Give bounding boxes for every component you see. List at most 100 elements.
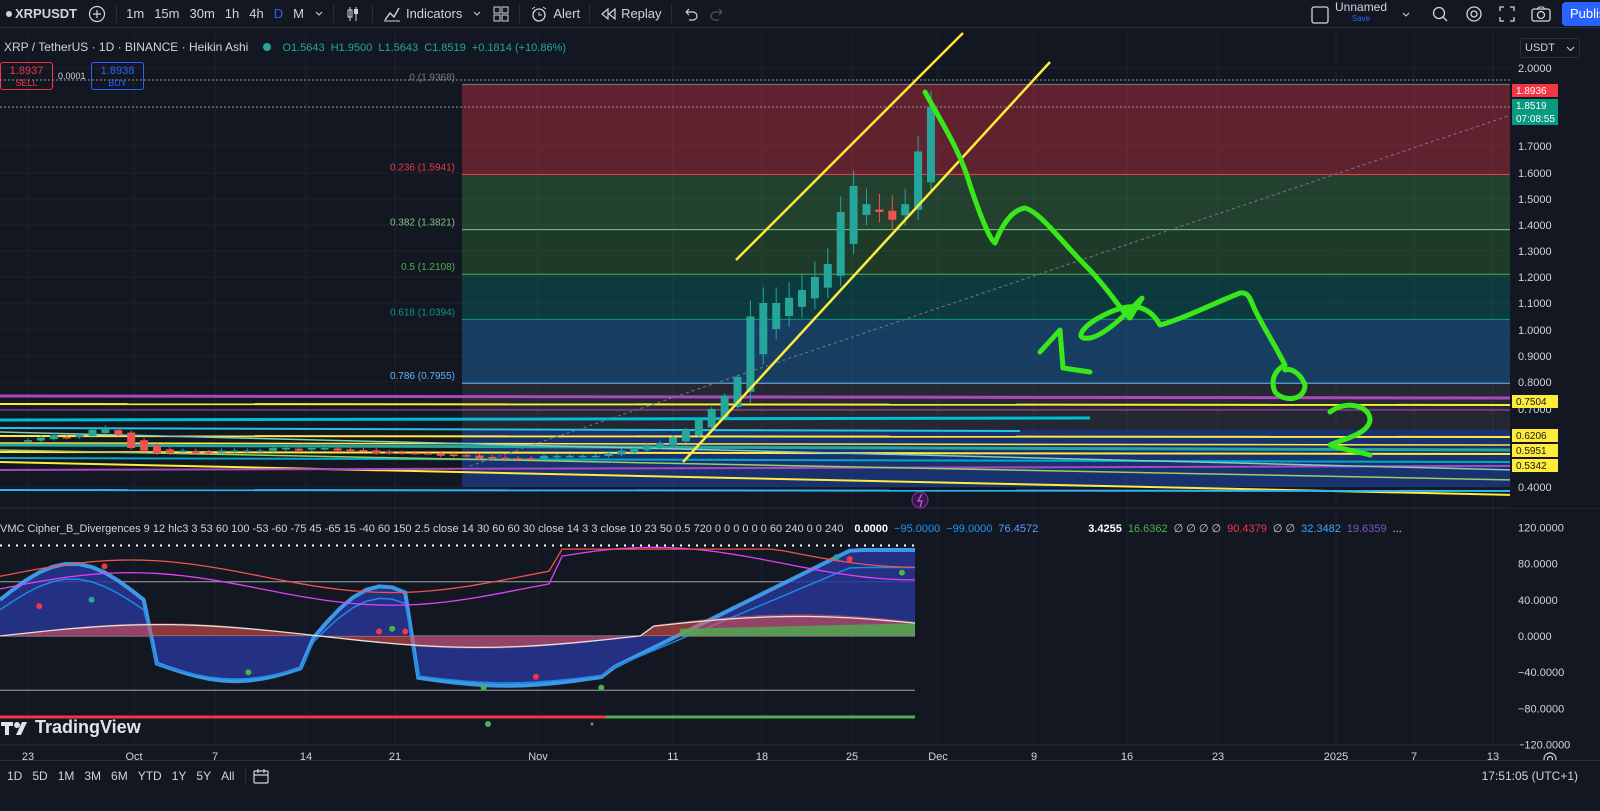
replay-button[interactable]: Replay (594, 0, 666, 28)
range-button-1y[interactable]: 1Y (167, 769, 192, 783)
indicator-value: 76.4572 (998, 523, 1039, 535)
indicator-value: ... (1392, 523, 1402, 535)
currency-select[interactable]: USDT (1520, 38, 1580, 58)
time-axis-tick: 25 (846, 751, 858, 760)
sell-price: 1.8937 (9, 65, 44, 77)
interval-1h[interactable]: 1h (220, 0, 244, 28)
indicator-value: −95.0000 (894, 523, 941, 535)
indicators-dropdown-icon[interactable] (467, 0, 487, 28)
interval-1m[interactable]: 1m (121, 0, 149, 28)
osc-axis-tick: 80.0000 (1518, 559, 1558, 571)
signal-dot (590, 722, 594, 726)
signal-dot (480, 684, 487, 691)
save-label: Save (1351, 14, 1371, 23)
quick-search-icon[interactable] (1430, 4, 1450, 24)
price-axis-tick: 1.0000 (1518, 325, 1552, 337)
ma-line (0, 416, 1091, 422)
range-button-ytd[interactable]: YTD (133, 769, 167, 783)
camera-snapshot-icon[interactable] (1530, 4, 1552, 24)
buy-label: BUY (108, 78, 127, 88)
candle-body (488, 456, 497, 459)
osc-axis-tick: −120.0000 (1518, 740, 1570, 752)
candle-body (875, 209, 884, 212)
candle-body (320, 448, 329, 450)
indicator-value: ∅ ∅ ∅ ∅ (1173, 523, 1222, 535)
fib-level-label: 0.618 (1.0394) (390, 307, 455, 318)
signal-dot (245, 669, 252, 676)
buy-button[interactable]: 1.8938 BUY (91, 62, 144, 90)
ohlc-low: L1.5643 (378, 42, 419, 54)
range-button-all[interactable]: All (216, 769, 239, 783)
interval-15m[interactable]: 15m (149, 0, 184, 28)
indicator-value: 90.4379 (1227, 523, 1267, 535)
fib-level-label: 0.5 (1.2108) (401, 262, 455, 273)
interval-dropdown-icon[interactable] (309, 0, 329, 28)
time-axis-tick: 13 (1487, 751, 1499, 760)
candle-body (230, 450, 239, 453)
range-button-5y[interactable]: 5Y (191, 769, 216, 783)
symbol-title[interactable]: XRP / TetherUS · 1D · BINANCE · Heikin A… (4, 40, 248, 54)
time-axis-tick: Oct (125, 751, 142, 760)
candles-style-icon[interactable] (338, 0, 368, 28)
price-tag-label: 1.8936 (1516, 86, 1547, 97)
buy-price: 1.8938 (100, 65, 135, 77)
interval-4h[interactable]: 4h (244, 0, 268, 28)
candle-body (423, 453, 432, 455)
toolbar-divider (245, 767, 247, 784)
templates-grid-icon[interactable] (487, 0, 515, 28)
candle-body (810, 277, 819, 299)
undo-icon[interactable] (676, 0, 704, 28)
candle-body (449, 454, 458, 456)
price-axis-tick: 1.1000 (1518, 298, 1552, 310)
layout-square-icon[interactable] (1311, 6, 1329, 24)
price-tag-label: 1.8519 (1516, 101, 1547, 112)
price-axis-tick: 1.4000 (1518, 220, 1552, 232)
compare-add-icon[interactable] (82, 0, 112, 28)
alert-button[interactable]: Alert (524, 0, 585, 28)
candle-body (385, 451, 394, 454)
fib-zone-band (462, 174, 1510, 230)
chart-canvas[interactable]: 0 (1.9368) 0.236 (1.5941) 0.382 (1.3821) 0.… (0, 30, 1600, 760)
time-axis-tick: 7 (212, 751, 218, 760)
interval-d[interactable]: D (269, 0, 288, 28)
range-button-3m[interactable]: 3M (79, 769, 106, 783)
candle-body (630, 448, 639, 453)
fullscreen-icon[interactable] (1497, 4, 1517, 24)
range-button-1d[interactable]: 1D (2, 769, 27, 783)
interval-30m[interactable]: 30m (184, 0, 219, 28)
redo-icon[interactable] (704, 0, 732, 28)
price-axis-tick: 1.7000 (1518, 141, 1552, 153)
symbol-search[interactable]: XRPUSDT (0, 0, 82, 28)
time-axis-tick: 21 (389, 751, 401, 760)
candle-body (114, 430, 123, 435)
toolbar-divider (589, 4, 591, 23)
layout-dropdown-icon[interactable] (1401, 10, 1411, 20)
publish-button[interactable]: Publish (1562, 2, 1600, 26)
signal-dot (36, 603, 43, 610)
candle-body (785, 297, 794, 317)
indicators-button[interactable]: Indicators (377, 0, 467, 28)
range-button-1m[interactable]: 1M (53, 769, 80, 783)
settings-gear-icon[interactable] (1464, 4, 1484, 24)
layout-name-menu[interactable]: Unnamed Save (1335, 0, 1388, 24)
candle-body (462, 455, 471, 457)
calendar-goto-date-icon[interactable] (252, 767, 270, 785)
indicator-legend[interactable]: VMC Cipher_B_Divergences 9 12 hlc3 3 53 … (0, 522, 1402, 535)
candle-body (217, 450, 226, 453)
candle-body (191, 450, 200, 454)
date-range-buttons: 1D 5D 1M 3M 6M YTD 1Y 5Y All (0, 769, 239, 783)
ma-line (0, 489, 1516, 492)
range-button-5d[interactable]: 5D (27, 769, 52, 783)
signal-dot (846, 556, 853, 563)
clock-timezone[interactable]: 17:51:05 (UTC+1) (1482, 769, 1578, 783)
range-button-6m[interactable]: 6M (106, 769, 133, 783)
toolbar-divider (371, 4, 373, 23)
fib-zone-band (462, 229, 1510, 275)
layout-name: Unnamed (1335, 0, 1388, 14)
indicator-value: 16.6362 (1127, 523, 1168, 535)
candle-body (514, 458, 523, 460)
interval-m[interactable]: M (288, 0, 309, 28)
indicator-value: 32.3482 (1301, 523, 1341, 535)
sell-button[interactable]: 1.8937 SELL (0, 62, 53, 90)
candle-body (269, 448, 278, 451)
